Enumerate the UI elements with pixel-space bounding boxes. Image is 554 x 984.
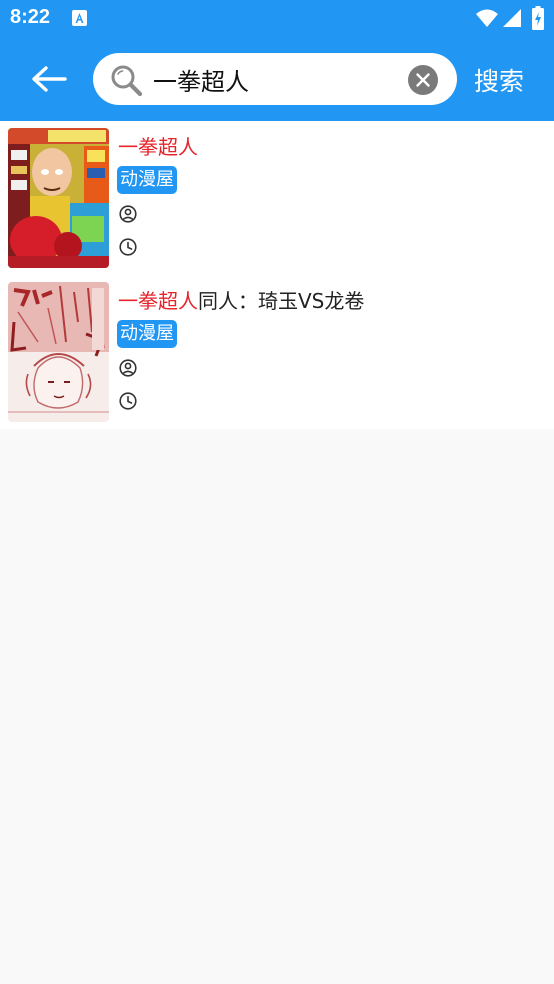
cover-image [8,282,109,422]
app-bar: 8:22 一拳超人 搜索 [0,0,554,121]
back-button[interactable] [26,58,72,100]
a-notification-icon [72,10,87,26]
cover-image [8,128,109,268]
title-rest: 同人：琦玉VS龙卷 [198,289,365,313]
search-input[interactable] [153,61,403,97]
result-title: 一拳超人同人：琦玉VS龙卷 [118,285,364,314]
close-icon [416,73,430,87]
person-icon [119,359,137,381]
title-highlight: 一拳超人 [118,135,198,159]
clear-search-button[interactable] [408,65,438,95]
arrow-left-icon [32,66,67,92]
source-badge: 动漫屋 [117,166,177,194]
clock-icon [119,238,137,260]
status-bar: 8:22 [0,0,554,38]
status-time: 8:22 [10,6,51,28]
result-title: 一拳超人 [118,131,198,160]
search-button[interactable]: 搜索 [474,62,524,98]
search-results-list: 一拳超人 动漫屋 一拳超人同人：琦玉VS龙卷 动漫屋 [0,121,554,429]
source-badge: 动漫屋 [117,320,177,348]
clock-icon [119,392,137,414]
search-icon [110,64,144,102]
title-highlight: 一拳超人 [118,289,198,313]
search-box[interactable] [93,53,457,105]
list-item[interactable]: 一拳超人同人：琦玉VS龙卷 动漫屋 [0,275,554,429]
signal-icon [503,8,521,32]
battery-icon [532,6,544,34]
person-icon [119,205,137,227]
list-item[interactable]: 一拳超人 动漫屋 [0,121,554,275]
wifi-icon [476,8,498,32]
